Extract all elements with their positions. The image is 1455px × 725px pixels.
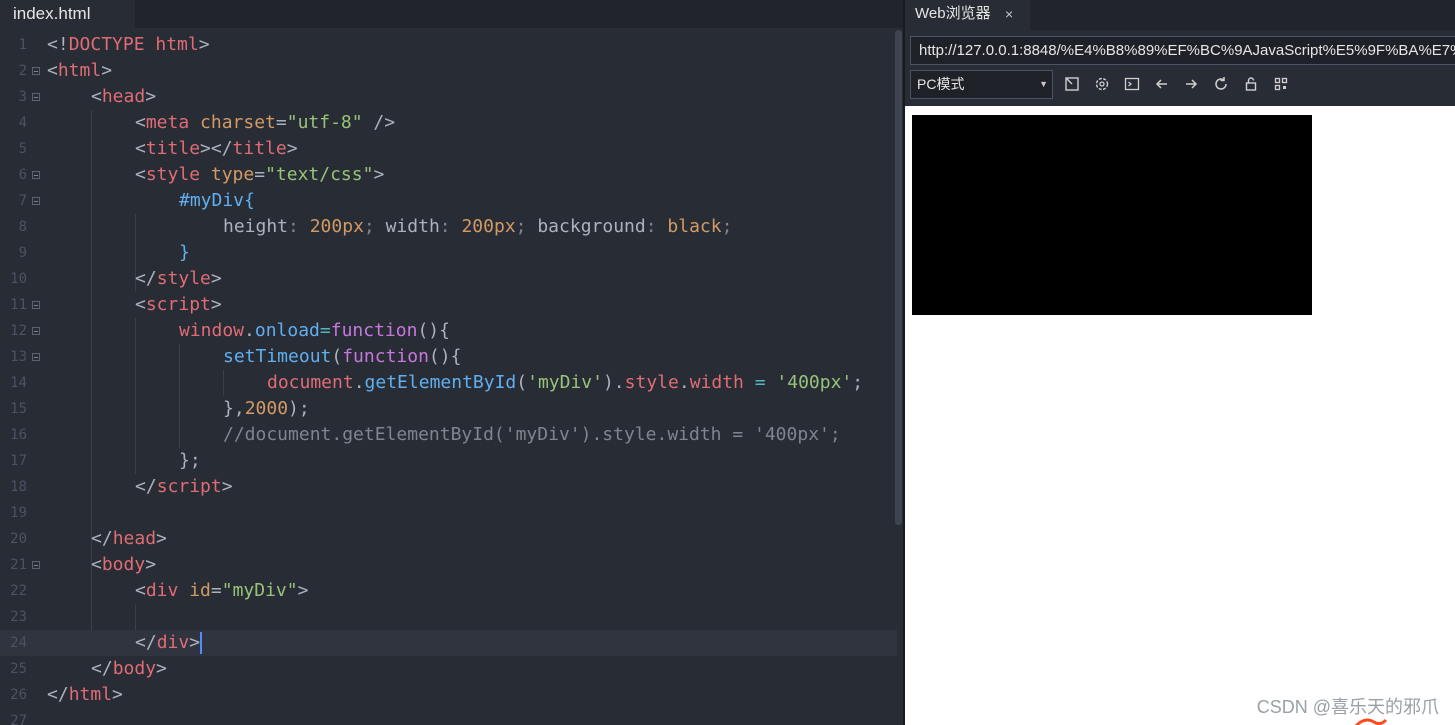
forward-arrow-icon[interactable] [1181,74,1201,94]
qr-code-icon[interactable] [1271,74,1291,94]
settings-icon[interactable] [1092,74,1112,94]
code-line: 17}; [0,448,897,474]
line-number: 8 [18,219,27,235]
code-area[interactable]: 1 <!DOCTYPE html> 2 <html> 3 <head> 4 <meta … [0,32,897,725]
code-line: 25 </body> [0,656,897,682]
editor-scrollbar[interactable] [895,30,902,525]
code-line: 15},2000); [0,396,897,422]
line-number: 21 [10,557,27,573]
code-line: 21 <body> [0,552,897,578]
code-line: 10 </style> [0,266,897,292]
code-line: 19 [0,500,897,526]
editor-tab-index-html[interactable]: index.html [0,0,135,28]
close-icon[interactable]: × [1005,0,1013,28]
code-line: 9} [0,240,897,266]
line-number: 23 [10,609,27,625]
code-line: 2 <html> [0,58,897,84]
line-number: 25 [10,661,27,677]
csdn-watermark: CSDN @喜乐天的邪爪 [1256,697,1439,717]
browser-tab-label: Web浏览器 [915,5,991,22]
fold-toggle-icon[interactable] [32,197,40,205]
code-line: 6 <style type="text/css"> [0,162,897,188]
mode-select-value: PC模式 [917,76,965,92]
line-number: 16 [10,427,27,443]
line-number: 10 [10,271,27,287]
code-line: 8 height: 200px; width: 200px; background… [0,214,897,240]
browser-viewport[interactable]: CSDN @喜乐天的邪爪 [905,106,1455,725]
code-line: 16//document.getElementById('myDiv').sty… [0,422,897,448]
line-number: 6 [18,167,27,183]
code-editor[interactable]: index.html 1 <!DOCTYPE html> 2 <html> 3 <he… [0,0,903,725]
line-number: 3 [18,89,27,105]
line-number: 1 [18,37,27,53]
code-line: 22 <div id="myDiv"> [0,578,897,604]
code-line-active: 24 </div> [0,630,897,656]
editor-tab-bar: index.html [0,0,903,28]
line-number: 27 [10,713,27,725]
url-input[interactable]: http://127.0.0.1:8848/%E4%B8%89%EF%BC%9A… [910,36,1455,65]
code-line: 11 <script> [0,292,897,318]
code-line: 13 setTimeout(function(){ [0,344,897,370]
console-icon[interactable] [1122,74,1142,94]
line-number: 20 [10,531,27,547]
my-div-black-box [912,115,1312,315]
line-number: 19 [10,505,27,521]
line-number: 11 [10,297,27,313]
browser-tab[interactable]: Web浏览器 × [905,0,1030,30]
line-number: 5 [18,141,27,157]
screenshot-icon[interactable] [1062,74,1082,94]
mode-select[interactable]: PC模式 ▼ [910,70,1053,99]
line-number: 18 [10,479,27,495]
text-cursor [200,632,203,654]
code-line: 1 <!DOCTYPE html> [0,32,897,58]
fold-toggle-icon[interactable] [32,67,40,75]
code-line: 20 </head> [0,526,897,552]
code-line: 27 [0,708,897,725]
lock-icon[interactable] [1241,74,1261,94]
fold-toggle-icon[interactable] [32,353,40,361]
line-number: 4 [18,115,27,131]
code-line: 5 <title></title> [0,136,897,162]
line-number: 15 [10,401,27,417]
line-number: 26 [10,687,27,703]
chevron-down-icon: ▼ [1039,79,1048,89]
browser-tab-bar: Web浏览器 × [905,0,1455,30]
code-line: 12 window.onload=function(){ [0,318,897,344]
fold-toggle-icon[interactable] [32,171,40,179]
refresh-icon[interactable] [1211,74,1231,94]
line-number: 24 [10,635,27,651]
line-number: 12 [10,323,27,339]
line-number: 7 [18,193,27,209]
line-number: 17 [10,453,27,469]
code-line: 26 </html> [0,682,897,708]
back-arrow-icon[interactable] [1152,74,1172,94]
line-number: 2 [18,63,27,79]
line-number: 22 [10,583,27,599]
fold-toggle-icon[interactable] [32,561,40,569]
code-line: 3 <head> [0,84,897,110]
fold-toggle-icon[interactable] [32,327,40,335]
line-number: 13 [10,349,27,365]
code-line: 4 <meta charset="utf-8" /> [0,110,897,136]
code-line: 18 </script> [0,474,897,500]
web-browser-pane: Web浏览器 × http://127.0.0.1:8848/%E4%B8%89… [905,0,1455,725]
code-line: 23 [0,604,897,630]
fold-toggle-icon[interactable] [32,301,40,309]
code-line: 14 document.getElementById('myDiv').style… [0,370,897,396]
line-number: 14 [10,375,27,391]
code-line: 7 #myDiv{ [0,188,897,214]
line-number: 9 [18,245,27,261]
fold-toggle-icon[interactable] [32,93,40,101]
